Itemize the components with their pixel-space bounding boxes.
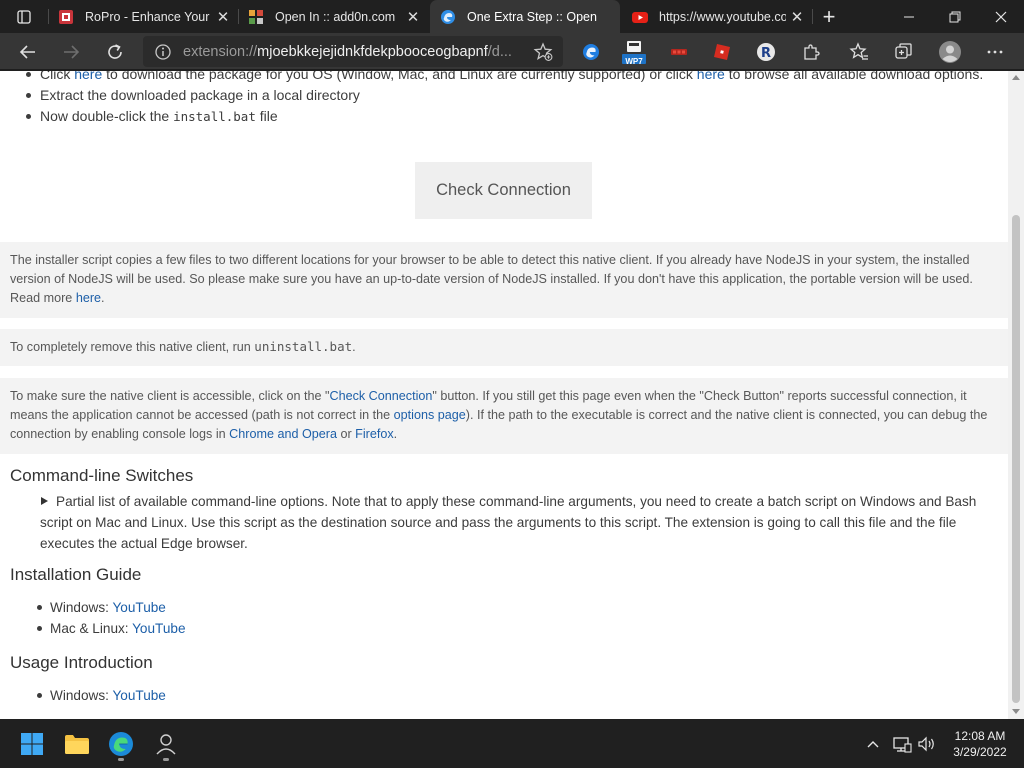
edge-icon — [440, 9, 456, 25]
tab-strip: RoPro - Enhance Your R ✕ Open In :: add0… — [0, 0, 1024, 33]
page-content: Click here to download the package for y… — [0, 71, 1008, 719]
add0n-icon — [248, 9, 264, 25]
close-tab-icon[interactable]: ✕ — [212, 6, 234, 28]
tab-one-extra-step[interactable]: One Extra Step :: Open — [430, 0, 620, 33]
chrome-opera-link[interactable]: Chrome and Opera — [229, 427, 337, 441]
tab-title: RoPro - Enhance Your R — [85, 9, 212, 24]
troubleshoot-note: To make sure the native client is access… — [0, 378, 1008, 454]
usage-introduction-heading: Usage Introduction — [10, 653, 153, 672]
read-more-link[interactable]: here — [76, 291, 101, 305]
wp7-badge: WP7 — [625, 57, 643, 66]
windows-youtube-link[interactable]: YouTube — [112, 600, 165, 615]
youtube-icon — [632, 9, 648, 25]
puzzle-icon[interactable] — [796, 37, 826, 67]
windows-taskbar: 12:08 AM 3/29/2022 — [0, 720, 1024, 768]
collections-icon[interactable] — [889, 37, 919, 67]
tab-title: https://www.youtube.co — [659, 9, 786, 24]
browse-downloads-link[interactable]: here — [697, 71, 725, 82]
download-link[interactable]: here — [74, 71, 102, 82]
forward-button[interactable] — [54, 35, 88, 68]
close-tab-icon[interactable]: ✕ — [786, 6, 808, 28]
command-line-switches-heading: Command-line Switches — [10, 466, 194, 485]
url-text: extension://mjoebkkejejidnkfdekpbooceogb… — [183, 43, 512, 60]
refresh-icon — [108, 43, 122, 59]
system-clock[interactable]: 12:08 AM 3/29/2022 — [940, 728, 1020, 760]
close-tab-icon[interactable]: ✕ — [402, 6, 424, 28]
browser-toolbar: extension://mjoebkkejejidnkfdekpbooceogb… — [0, 33, 1024, 70]
usage-introduction-list: Windows: YouTube — [30, 685, 166, 706]
scroll-down-arrow-icon[interactable] — [1012, 709, 1020, 714]
tab-add0n[interactable]: Open In :: add0n.com ✕ — [238, 0, 428, 33]
restore-icon — [949, 11, 961, 22]
clock-time: 12:08 AM — [954, 729, 1006, 743]
install-bat-code: install.bat — [173, 109, 256, 124]
tab-separator — [812, 9, 813, 24]
tab-title: Open In :: add0n.com — [275, 9, 396, 24]
check-connection-button[interactable]: Check Connection — [415, 162, 592, 219]
installer-note: The installer script copies a few files … — [0, 242, 1008, 318]
list-item-mac-linux: Mac & Linux: YouTube — [30, 618, 186, 639]
step-run-install: Now double-click the install.bat file — [20, 106, 1000, 127]
firefox-link[interactable]: Firefox — [355, 427, 394, 441]
windows-start-icon[interactable] — [12, 724, 52, 764]
switches-details-summary[interactable]: Partial list of available command-line o… — [40, 491, 1006, 554]
list-item-windows-usage: Windows: YouTube — [30, 685, 166, 706]
step-extract: Extract the downloaded package in a loca… — [20, 85, 1000, 106]
address-bar[interactable]: extension://mjoebkkejejidnkfdekpbooceogb… — [143, 36, 563, 67]
ropro-ext-icon[interactable]: R — [751, 37, 781, 67]
favorites-icon[interactable] — [844, 37, 874, 67]
roblox-ext-icon[interactable] — [707, 37, 737, 67]
tab-youtube[interactable]: https://www.youtube.co ✕ — [622, 0, 812, 33]
installation-guide-list: Windows: YouTube Mac & Linux: YouTube — [30, 597, 186, 639]
uninstall-bat-code: uninstall.bat — [254, 339, 353, 354]
expand-triangle-icon[interactable] — [41, 497, 48, 505]
site-info-icon[interactable] — [143, 36, 183, 67]
svg-text:R: R — [761, 46, 771, 61]
wp7-ext-icon[interactable]: WP7 — [619, 37, 649, 67]
red-ext-icon[interactable] — [664, 37, 694, 67]
list-item-windows: Windows: YouTube — [30, 597, 186, 618]
usage-youtube-link[interactable]: YouTube — [112, 688, 165, 703]
file-explorer-icon[interactable] — [57, 724, 97, 764]
tab-actions-icon — [17, 9, 31, 24]
forward-arrow-icon — [64, 44, 80, 59]
edge-ext-icon[interactable] — [576, 37, 606, 67]
more-menu-icon[interactable] — [980, 37, 1010, 67]
volume-icon[interactable] — [915, 720, 939, 768]
options-page-link[interactable]: options page — [394, 408, 466, 422]
installation-guide-heading: Installation Guide — [10, 565, 142, 584]
minimize-button[interactable] — [886, 0, 932, 33]
clock-date: 3/29/2022 — [953, 745, 1007, 759]
edge-browser-icon[interactable] — [101, 724, 141, 764]
mac-linux-youtube-link[interactable]: YouTube — [132, 621, 185, 636]
uninstall-note: To completely remove this native client,… — [0, 329, 1008, 366]
page-scrollbar[interactable] — [1008, 71, 1024, 719]
back-button[interactable] — [11, 35, 45, 68]
scroll-up-arrow-icon[interactable] — [1012, 75, 1020, 80]
minimize-icon — [904, 16, 914, 17]
install-steps: Click here to download the package for y… — [20, 71, 1000, 127]
close-icon — [995, 11, 1007, 22]
network-icon[interactable] — [889, 720, 915, 768]
check-connection-link[interactable]: Check Connection — [329, 389, 432, 403]
ropro-icon — [58, 9, 74, 25]
profile-avatar-icon[interactable] — [935, 37, 965, 67]
show-hidden-icons-chevron-icon[interactable] — [862, 720, 884, 768]
restore-button[interactable] — [932, 0, 978, 33]
tab-ropro[interactable]: RoPro - Enhance Your R ✕ — [48, 0, 238, 33]
add-favorite-icon[interactable] — [531, 40, 555, 64]
tab-title: One Extra Step :: Open — [467, 9, 597, 24]
scroll-thumb[interactable] — [1012, 215, 1020, 703]
back-arrow-icon — [19, 44, 35, 59]
step-download: Click here to download the package for y… — [20, 71, 1000, 85]
new-tab-button[interactable]: + — [814, 0, 844, 33]
tab-actions-button[interactable] — [0, 0, 48, 33]
user-app-icon[interactable] — [146, 724, 186, 764]
refresh-button[interactable] — [98, 35, 132, 68]
running-indicator — [118, 758, 124, 761]
running-indicator — [163, 758, 169, 761]
close-window-button[interactable] — [978, 0, 1024, 33]
